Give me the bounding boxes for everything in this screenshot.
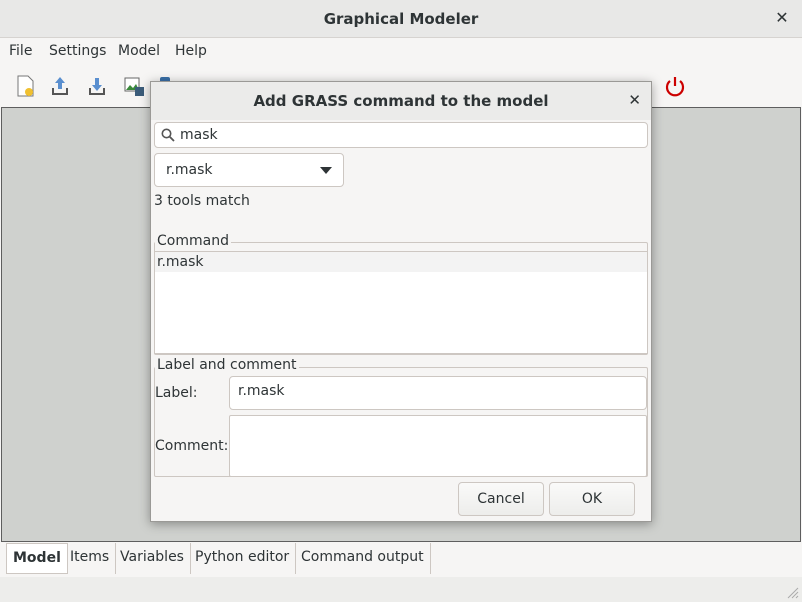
tab-command-output[interactable]: Command output: [295, 543, 431, 574]
bottom-tab-bar: Model Items Variables Python editor Comm…: [6, 543, 796, 575]
menu-model[interactable]: Model: [118, 43, 160, 59]
search-value: mask: [180, 127, 218, 143]
title-bar: Graphical Modeler ✕: [0, 0, 802, 38]
dialog-close-button[interactable]: ✕: [628, 91, 641, 109]
menu-bar: File Settings Model Help: [0, 38, 802, 66]
label-field-value: r.mask: [238, 383, 285, 399]
label-comment-group-label: Label and comment: [155, 357, 299, 373]
window-title: Graphical Modeler: [323, 10, 479, 28]
label-field[interactable]: r.mask: [229, 376, 647, 410]
match-count: 3 tools match: [154, 193, 250, 209]
command-group-label: Command: [155, 233, 231, 249]
command-area[interactable]: r.mask: [154, 251, 648, 354]
ok-button[interactable]: OK: [549, 482, 635, 516]
comment-caption: Comment:: [155, 438, 229, 454]
command-row-highlight: [155, 252, 647, 272]
search-input[interactable]: mask: [154, 122, 648, 148]
quit-icon[interactable]: [663, 74, 687, 98]
window-close-button[interactable]: ✕: [772, 8, 792, 28]
tab-items[interactable]: Items: [64, 543, 117, 574]
tab-model[interactable]: Model: [6, 543, 68, 574]
tool-select-value: r.mask: [166, 162, 213, 178]
dialog-title-bar: Add GRASS command to the model ✕: [151, 82, 651, 120]
comment-field[interactable]: [229, 415, 647, 477]
save-model-icon[interactable]: [85, 74, 109, 98]
chevron-down-icon: [320, 167, 332, 174]
menu-help[interactable]: Help: [175, 43, 207, 59]
load-model-icon[interactable]: [48, 74, 72, 98]
status-bar: [0, 577, 802, 602]
tab-python-editor[interactable]: Python editor: [189, 543, 297, 574]
add-grass-command-dialog: Add GRASS command to the model ✕ mask r.…: [150, 81, 652, 522]
cancel-button[interactable]: Cancel: [458, 482, 544, 516]
search-icon: [161, 128, 175, 142]
export-image-icon[interactable]: [122, 74, 146, 98]
dialog-title: Add GRASS command to the model: [253, 92, 549, 110]
menu-settings[interactable]: Settings: [49, 43, 106, 59]
new-model-icon[interactable]: [13, 74, 37, 98]
resize-grip-icon[interactable]: [785, 585, 799, 599]
command-value: r.mask: [157, 254, 204, 270]
label-caption: Label:: [155, 385, 198, 401]
tool-select[interactable]: r.mask: [154, 153, 344, 187]
tab-variables[interactable]: Variables: [114, 543, 191, 574]
menu-file[interactable]: File: [9, 43, 32, 59]
